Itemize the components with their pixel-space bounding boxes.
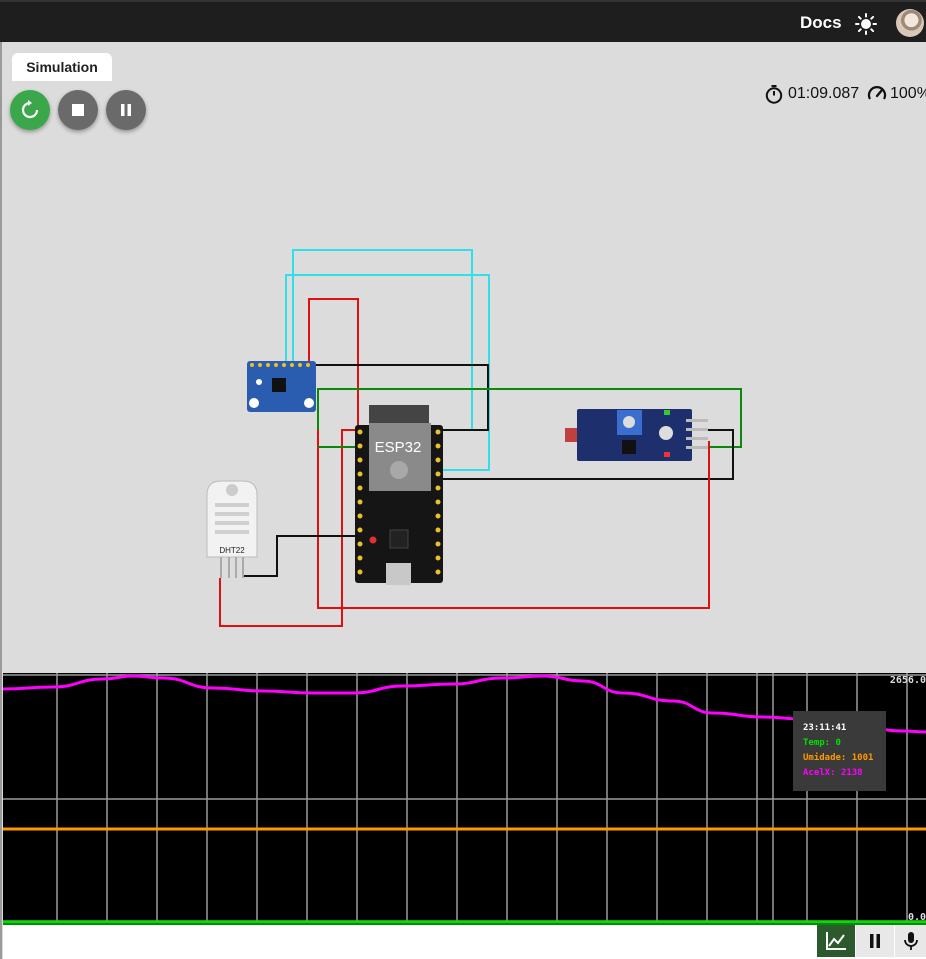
serial-bar [3,923,926,959]
y-axis-min: 0.0 [907,912,926,923]
plotter-toggle-button[interactable] [817,925,855,957]
plotter-grid [3,673,926,923]
plotter-chart [3,673,926,923]
series-acelx-line [3,674,926,734]
esp32-board[interactable]: ESP32 [355,405,443,585]
serial-input[interactable] [3,925,817,959]
serial-pause-button[interactable] [856,925,894,957]
mpu6050-module[interactable] [247,361,316,412]
docs-link[interactable]: Docs [800,13,842,33]
y-axis-max: 2656.0 [889,675,926,686]
top-bar: Docs [0,0,926,42]
wire-cyan-1 [292,249,473,431]
wire-black-3 [243,535,358,577]
plotter-tooltip: 23:11:41 Temp: 0 Umidade: 1001 AcelX: 21… [793,711,886,791]
pause-icon [870,934,880,948]
microphone-icon [903,932,918,950]
tooltip-umidade: Umidade: 1001 [803,753,874,763]
ldr-module[interactable] [565,409,708,461]
chart-icon [826,932,846,950]
tooltip-acelx: AcelX: 2138 [803,768,863,778]
user-avatar[interactable] [896,9,924,37]
dht22-sensor[interactable]: DHT22 [206,480,258,578]
serial-plotter[interactable]: 2656.0 0.0 23:11:41 Temp: 0 Umidade: 100… [3,673,926,923]
circuit-canvas[interactable]: ESP32 DHT22 [0,42,926,672]
tooltip-temp: Temp: 0 [803,738,841,748]
microphone-button[interactable] [895,925,926,957]
sun-icon[interactable] [855,13,877,35]
tooltip-time: 23:11:41 [803,723,847,733]
esp32-label: ESP32 [375,439,422,456]
dht22-label: DHT22 [219,546,245,555]
